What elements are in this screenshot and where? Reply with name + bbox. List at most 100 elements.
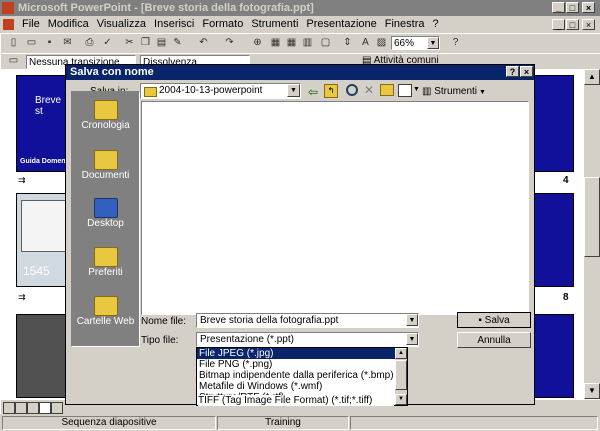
filetype-option-wmf[interactable]: Metafile di Windows (*.wmf) [197, 381, 407, 392]
doc-close-button[interactable]: × [582, 19, 595, 30]
search-web-icon[interactable] [346, 84, 358, 96]
filetype-select[interactable]: Presentazione (*.ppt) [196, 332, 419, 347]
doc-restore-button[interactable]: □ [566, 19, 579, 30]
save-in-combo[interactable]: 2004-10-13-powerpoint [140, 83, 301, 99]
views-dropdown-icon[interactable]: ▼ [413, 86, 420, 93]
powerpoint-icon [2, 2, 14, 14]
slide-view-icon[interactable] [27, 402, 39, 414]
menu-modifica[interactable]: Modifica [44, 16, 93, 33]
menu-inserisci[interactable]: Inserisci [150, 16, 198, 33]
place-favorites-label: Preferiti [88, 267, 123, 278]
save-in-value: 2004-10-13-powerpoint [159, 85, 263, 96]
filetype-option-png[interactable]: File PNG (*.png) [197, 359, 407, 370]
print-icon[interactable]: ⎙ [82, 36, 97, 50]
menu-strumenti[interactable]: Strumenti [247, 16, 302, 33]
tools-dropdown-icon: ▼ [477, 89, 486, 96]
place-web-folders-label: Cartelle Web [76, 316, 135, 327]
copy-icon[interactable]: ❐ [138, 36, 153, 50]
filename-value: Breve storia della fotografia.ppt [200, 315, 339, 326]
filetype-option-tiff[interactable]: TIFF (Tag Image File Format) (*.tif;*.ti… [198, 395, 394, 406]
normal-view-icon[interactable] [3, 402, 15, 414]
scroll-up-button[interactable]: ▲ [584, 69, 600, 85]
slide-show-icon[interactable] [51, 402, 63, 414]
back-icon[interactable]: ⇦ [308, 85, 318, 99]
save-button[interactable]: ▪ Salva [457, 312, 531, 328]
email-icon[interactable]: ✉ [60, 36, 75, 50]
dialog-close-button[interactable]: × [520, 66, 533, 77]
slide-thumbnail-5[interactable]: 1545 [16, 193, 70, 287]
place-history[interactable]: Cronologia [72, 100, 139, 131]
up-folder-icon[interactable]: ↰ [324, 84, 338, 98]
slide-thumbnail-4[interactable] [533, 75, 574, 172]
open-icon[interactable]: ▭ [24, 36, 39, 50]
save-icon[interactable]: ▪ [42, 36, 57, 50]
format-painter-icon[interactable]: ✎ [170, 36, 185, 50]
filetype-option-jpg[interactable]: File JPEG (*.jpg) [197, 348, 407, 359]
slide-sorter-view-icon[interactable] [39, 402, 51, 414]
new-folder-icon[interactable] [380, 84, 394, 96]
cut-icon[interactable]: ✂ [122, 36, 137, 50]
app-title-bar: Microsoft PowerPoint - [Breve storia del… [0, 0, 600, 16]
insert-table-icon[interactable]: ▦ [284, 36, 299, 50]
dropdown-scroll-up[interactable]: ▲ [395, 348, 407, 359]
slide-thumbnail-9[interactable] [16, 314, 70, 398]
menu-visualizza[interactable]: Visualizza [93, 16, 150, 33]
web-folders-icon [93, 296, 118, 316]
slide-transition-icon[interactable]: ▭ [6, 55, 21, 67]
dropdown-scroll-thumb[interactable] [395, 360, 407, 390]
zoom-dropdown-icon[interactable]: ▼ [427, 37, 439, 49]
maximize-button[interactable]: □ [566, 2, 579, 13]
filetype-dropdown-icon[interactable]: ▼ [406, 333, 418, 345]
place-documents-label: Documenti [81, 170, 130, 181]
doc-minimize-button[interactable]: _ [552, 19, 565, 30]
insert-chart-icon[interactable]: ▥ [300, 36, 315, 50]
filename-input[interactable]: Breve storia della fotografia.ppt [196, 313, 419, 328]
delete-icon[interactable]: ✕ [364, 83, 374, 97]
menu-formato[interactable]: Formato [198, 16, 247, 33]
tools-menu[interactable]: ▥ Strumenti ▼ [422, 86, 486, 97]
folder-icon [144, 87, 157, 97]
file-list[interactable] [141, 101, 529, 315]
tables-borders-icon[interactable]: ▦ [268, 36, 283, 50]
outline-view-icon[interactable] [15, 402, 27, 414]
menu-finestra[interactable]: Finestra [381, 16, 429, 33]
undo-icon[interactable]: ↶ [196, 36, 211, 50]
slide-thumbnail-12[interactable] [533, 314, 574, 398]
spelling-icon[interactable]: ✓ [100, 36, 115, 50]
new-slide-icon[interactable]: ▢ [318, 36, 333, 50]
scroll-down-button[interactable]: ▼ [584, 383, 600, 399]
dropdown-scroll-down[interactable]: ▼ [395, 394, 407, 405]
place-desktop[interactable]: Desktop [72, 198, 139, 229]
vertical-scrollbar[interactable]: ▲ ▼ [584, 69, 600, 399]
menu-presentazione[interactable]: Presentazione [302, 16, 380, 33]
slide-thumbnail-8[interactable] [533, 193, 574, 287]
redo-icon[interactable]: ↷ [222, 36, 237, 50]
expand-slide-icon[interactable]: ⇕ [340, 36, 355, 50]
show-formatting-icon[interactable]: A [358, 36, 373, 50]
documents-icon [93, 150, 118, 170]
menu-file[interactable]: File [18, 16, 44, 33]
filename-dropdown-icon[interactable]: ▼ [406, 314, 418, 326]
grayscale-icon[interactable]: ▨ [374, 36, 389, 50]
place-documents[interactable]: Documenti [72, 150, 139, 181]
help-icon[interactable]: ? [448, 36, 463, 50]
scroll-thumb[interactable] [584, 177, 600, 257]
hyperlink-icon[interactable]: ⊕ [250, 36, 265, 50]
status-view-panel: Sequenza diapositive [2, 416, 216, 430]
close-button[interactable]: × [582, 2, 595, 13]
place-favorites[interactable]: Preferiti [72, 247, 139, 278]
menu-help[interactable]: ? [429, 16, 443, 33]
save-in-dropdown-icon[interactable]: ▼ [287, 84, 300, 97]
place-web-folders[interactable]: Cartelle Web [72, 296, 139, 327]
zoom-value: 66% [394, 38, 415, 49]
new-icon[interactable]: ▯ [6, 36, 21, 50]
dialog-help-button[interactable]: ? [506, 66, 519, 77]
cancel-button[interactable]: Annulla [457, 332, 531, 348]
minimize-button[interactable]: _ [552, 2, 565, 13]
place-desktop-label: Desktop [87, 218, 124, 229]
views-icon[interactable] [398, 84, 412, 97]
paste-icon[interactable]: ▤ [154, 36, 169, 50]
dropdown-list-scrollbar[interactable]: ▲ ▼ [395, 348, 407, 405]
filetype-option-bmp[interactable]: Bitmap indipendente dalla periferica (*.… [197, 370, 407, 381]
slide-thumbnail-1[interactable]: Breve st Guida Domen [16, 75, 70, 172]
